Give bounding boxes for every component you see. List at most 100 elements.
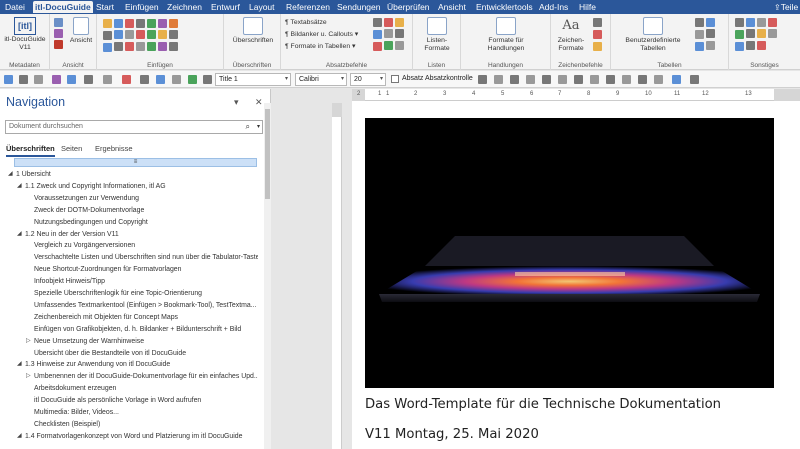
save-icon[interactable] <box>52 75 61 84</box>
expanded-triangle-icon[interactable]: ◢ <box>17 182 22 191</box>
more-icon[interactable] <box>203 75 212 84</box>
border-icon[interactable] <box>395 28 404 38</box>
customize-icon[interactable] <box>690 75 699 84</box>
tab-ansicht[interactable]: Ansicht <box>436 1 468 13</box>
formate-handlungen-button[interactable]: Formate für Handlungen <box>475 17 537 53</box>
nav-heading-item[interactable]: Vergleich zu Vorgängerversionen <box>34 241 258 250</box>
char-mark-icon[interactable] <box>593 30 602 40</box>
insert-index-icon[interactable] <box>125 41 134 51</box>
collapsed-triangle-icon[interactable]: ▷ <box>26 372 31 381</box>
tab-layout[interactable]: Layout <box>247 1 277 13</box>
table-tool-icon[interactable] <box>638 75 647 84</box>
view-icon[interactable] <box>672 75 681 84</box>
nav-heading-item[interactable]: 1 Übersicht <box>16 170 258 179</box>
insert-box-icon[interactable] <box>114 29 123 39</box>
tab-zeichnen[interactable]: Zeichnen <box>165 1 204 13</box>
tab-referenzen[interactable]: Referenzen <box>284 1 332 13</box>
insert-chart-icon[interactable] <box>147 29 156 39</box>
open-icon[interactable] <box>67 75 76 84</box>
bullets-icon[interactable] <box>574 75 583 84</box>
nav-heading-item[interactable]: Arbeitsdokument erzeugen <box>34 384 258 393</box>
redo-icon[interactable] <box>34 75 43 84</box>
ruler-toggle-icon[interactable] <box>156 75 165 84</box>
listen-formate-button[interactable]: Listen-Formate <box>415 17 459 53</box>
insert-mark-icon[interactable] <box>136 29 145 39</box>
justify-icon[interactable] <box>526 75 535 84</box>
style-combo[interactable]: Title 1 ▾ <box>215 73 291 86</box>
indent-less-icon[interactable] <box>542 75 551 84</box>
tab-itl-docuguide[interactable]: itl-DocuGuide <box>33 1 93 13</box>
document-title-line[interactable]: Das Word-Template für die Technische Dok… <box>365 397 721 412</box>
pilcrow-toggle-icon[interactable] <box>140 75 149 84</box>
insert-caption-icon[interactable] <box>103 43 112 53</box>
format-icon[interactable] <box>122 75 131 84</box>
tab-entwicklertools[interactable]: Entwicklertools <box>474 1 535 13</box>
expanded-triangle-icon[interactable]: ◢ <box>17 432 22 441</box>
insert-more-icon[interactable] <box>169 41 178 51</box>
horizontal-ruler[interactable]: 1 2 1 2 3 4 5 6 7 8 9 10 11 12 13 <box>352 89 800 101</box>
undo-arrow-icon[interactable] <box>84 75 93 84</box>
vertical-ruler[interactable] <box>332 103 342 449</box>
search-input[interactable]: Dokument durchsuchen ⌕ ▾ <box>5 120 263 134</box>
template-icon[interactable] <box>54 29 63 39</box>
insert-shape-icon[interactable] <box>158 19 167 29</box>
size-combo[interactable]: 20 ▾ <box>350 73 386 86</box>
benutzerdefinierte-tabellen-button[interactable]: Benutzerdefinierte Tabellen <box>617 17 689 53</box>
nav-heading-item[interactable]: Einfügen von Grafikobjekten, d. h. Bilda… <box>34 325 258 334</box>
nav-heading-item[interactable]: Neue Shortcut-Zuordnungen für Formatvorl… <box>34 265 258 274</box>
table-col-icon[interactable] <box>706 18 715 28</box>
warning-icon[interactable] <box>373 42 382 52</box>
ansicht-button[interactable]: Ansicht <box>66 17 96 45</box>
save-icon[interactable] <box>54 40 63 50</box>
search-replace-icon[interactable] <box>746 18 755 28</box>
insert-grid-icon[interactable] <box>125 29 134 39</box>
nav-heading-item[interactable]: Zeichenbereich mit Objekten für Concept … <box>34 313 258 322</box>
note-icon[interactable] <box>395 40 404 50</box>
insert-note-icon[interactable] <box>147 19 156 29</box>
tip-icon[interactable] <box>384 40 393 50</box>
nav-heading-item[interactable]: Checklisten (Beispiel) <box>34 420 258 429</box>
nav-heading-item[interactable]: Multimedia: Bilder, Videos... <box>34 408 258 417</box>
export-icon[interactable] <box>768 28 777 38</box>
table-style-icon[interactable] <box>695 42 704 52</box>
mark-icon[interactable] <box>384 18 393 28</box>
align-right-icon[interactable] <box>510 75 519 84</box>
info-icon[interactable] <box>735 42 744 52</box>
close-icon[interactable]: ✕ <box>255 97 263 108</box>
search-icon[interactable]: ⌕ <box>246 121 250 133</box>
insert-table-icon[interactable] <box>114 19 123 29</box>
indent-more-icon[interactable] <box>558 75 567 84</box>
nav-heading-item[interactable]: Umbenennen der itl DocuGuide-Dokumentvor… <box>34 372 258 381</box>
settings-icon[interactable] <box>735 18 744 28</box>
shading-icon[interactable] <box>622 75 631 84</box>
document-subtitle-line[interactable]: V11 Montag, 25. Mai 2020 <box>365 427 539 442</box>
paint-icon[interactable] <box>4 75 13 84</box>
align-icon[interactable] <box>373 18 382 28</box>
tab-add-ins[interactable]: Add-Ins <box>537 1 570 13</box>
itl-docuguide-button[interactable]: [itl] itl-DocuGuide V11 <box>2 17 48 52</box>
collapsed-triangle-icon[interactable]: ▷ <box>26 337 31 346</box>
search-dropdown-icon[interactable]: ▾ <box>257 121 260 133</box>
close-doc-icon[interactable] <box>757 40 766 50</box>
nav-heading-item[interactable]: Nutzungsbedingungen und Copyright <box>34 218 258 227</box>
nav-heading-item[interactable]: Zweck der DOTM-Dokumentvorlage <box>34 206 258 215</box>
doc-icon[interactable] <box>54 18 63 28</box>
expanded-triangle-icon[interactable]: ◢ <box>8 170 13 179</box>
insert-symbol-icon[interactable] <box>103 31 112 41</box>
table-merge-icon[interactable] <box>695 30 704 40</box>
textabsaetze-button[interactable]: ¶ Textabsätze <box>285 17 327 28</box>
tab-datei[interactable]: Datei <box>3 1 27 13</box>
tab-hilfe[interactable]: Hilfe <box>577 1 598 13</box>
grid-icon[interactable] <box>746 28 755 38</box>
insert-toc-icon[interactable] <box>136 41 145 51</box>
insert-warning-icon[interactable] <box>125 19 134 29</box>
nav-scrollbar-thumb[interactable] <box>265 109 270 199</box>
tab-entwurf[interactable]: Entwurf <box>209 1 242 13</box>
redo-arrow-icon[interactable] <box>103 75 112 84</box>
pane-options-icon[interactable]: ▾ <box>234 97 239 108</box>
insert-link-icon[interactable] <box>136 19 145 29</box>
bildanker-button[interactable]: ¶ Bildanker u. Callouts ▾ <box>285 29 358 40</box>
nav-heading-item[interactable]: Übersicht über die Bestandteile von itl … <box>34 349 258 358</box>
image-tool-icon[interactable] <box>654 75 663 84</box>
nav-heading-item[interactable]: 1.3 Hinweise zur Anwendung von itl DocuG… <box>25 360 258 369</box>
